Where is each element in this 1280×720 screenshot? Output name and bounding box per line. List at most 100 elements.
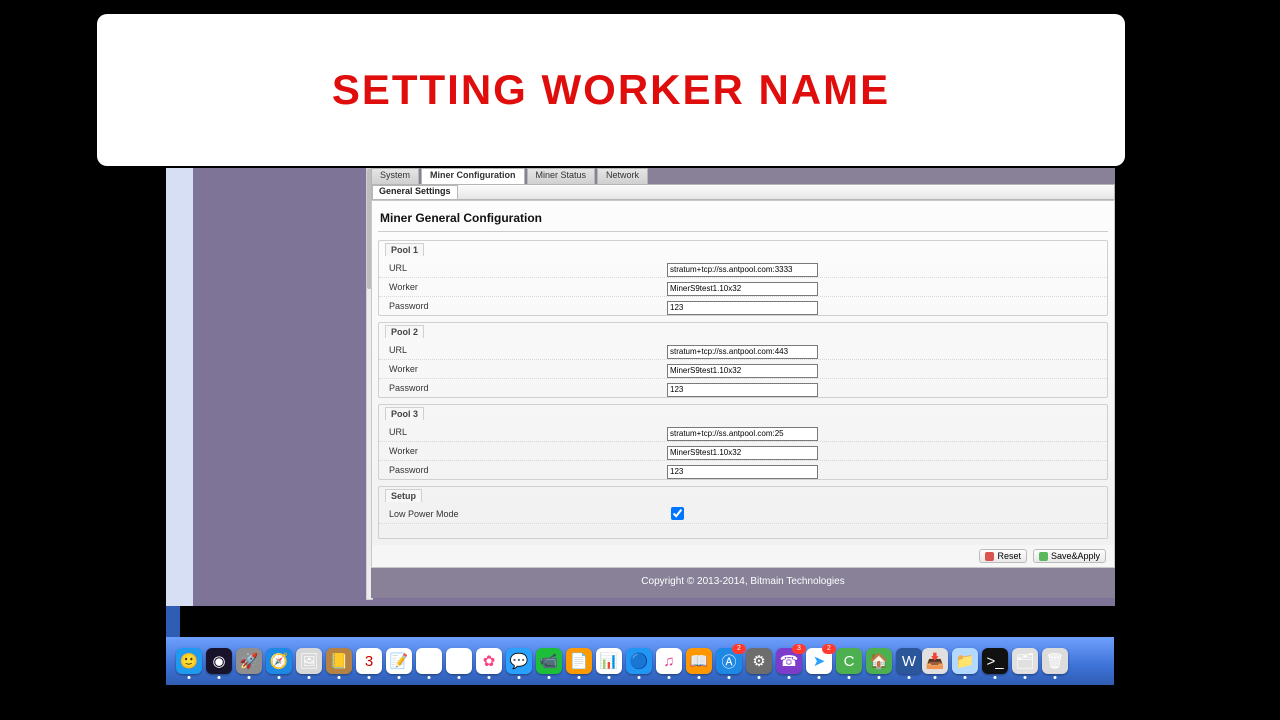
reset-button[interactable]: Reset [979, 549, 1027, 563]
reminders-icon[interactable]: ☑ [446, 648, 472, 674]
config-page: Miner General Configuration Pool 1 URL W… [371, 200, 1115, 568]
setup-fieldset: Setup Low Power Mode [378, 486, 1108, 539]
dock: 🙂◉🚀🧭🖼📒3📝🗺☑✿💬📹📄📊🔵♫📖Ⓐ2⚙☎3➤2C🏠W 📥📁>_🗂🗑 [166, 637, 1114, 685]
pool2-legend: Pool 2 [385, 325, 424, 338]
camtasia-icon[interactable]: C [836, 648, 862, 674]
pool3-worker-input[interactable] [667, 446, 818, 460]
running-dot [428, 676, 431, 679]
maps-icon[interactable]: 🗺 [416, 648, 442, 674]
running-dot [728, 676, 731, 679]
running-dot [788, 676, 791, 679]
numbers-icon[interactable]: 📊 [596, 648, 622, 674]
telegram-icon[interactable]: ➤2 [806, 648, 832, 674]
folder-icon[interactable]: 📁 [952, 648, 978, 674]
setup-legend: Setup [385, 489, 422, 502]
pool2-url-input[interactable] [667, 345, 818, 359]
running-dot [758, 676, 761, 679]
pool1-url-input[interactable] [667, 263, 818, 277]
running-dot [188, 676, 191, 679]
running-dot [548, 676, 551, 679]
pool2-password-input[interactable] [667, 383, 818, 397]
pool3-password-label: Password [379, 465, 667, 475]
pool2-worker-input[interactable] [667, 364, 818, 378]
sidebar-blank [166, 168, 193, 606]
appstore-icon[interactable]: Ⓐ2 [716, 648, 742, 674]
running-dot [934, 676, 937, 679]
facetime-icon[interactable]: 📹 [536, 648, 562, 674]
pool3-fieldset: Pool 3 URL Worker Password [378, 404, 1108, 480]
subtab-general-settings[interactable]: General Settings [372, 185, 458, 199]
footer-copyright: Copyright © 2013-2014, Bitmain Technolog… [371, 568, 1115, 595]
badge: 2 [822, 644, 836, 654]
tab-network[interactable]: Network [597, 168, 648, 184]
running-dot [338, 676, 341, 679]
viber-icon[interactable]: ☎3 [776, 648, 802, 674]
miner-config-window: System Miner Configuration Miner Status … [166, 168, 1115, 606]
calendar-icon[interactable]: 3 [356, 648, 382, 674]
running-dot [668, 676, 671, 679]
messages-icon[interactable]: 💬 [506, 648, 532, 674]
terminal-icon[interactable]: >_ [982, 648, 1008, 674]
badge: 3 [792, 644, 806, 654]
low-power-label: Low Power Mode [379, 509, 667, 519]
pool3-password-input[interactable] [667, 465, 818, 479]
pool1-password-label: Password [379, 301, 667, 311]
trash-icon[interactable]: 🗑 [1042, 648, 1068, 674]
pool1-password-input[interactable] [667, 301, 818, 315]
app-generic-icon[interactable]: 🏠 [866, 648, 892, 674]
downloads-icon[interactable]: 📥 [922, 648, 948, 674]
pool1-fieldset: Pool 1 URL Worker Password [378, 240, 1108, 316]
running-dot [488, 676, 491, 679]
finder-icon[interactable]: 🙂 [176, 648, 202, 674]
pages-icon[interactable]: 📄 [566, 648, 592, 674]
tab-miner-configuration[interactable]: Miner Configuration [421, 168, 525, 184]
itunes-icon[interactable]: ♫ [656, 648, 682, 674]
settings-icon[interactable]: ⚙ [746, 648, 772, 674]
badge: 2 [732, 644, 746, 654]
running-dot [1024, 676, 1027, 679]
pool1-worker-input[interactable] [667, 282, 818, 296]
tab-miner-status[interactable]: Miner Status [527, 168, 596, 184]
low-power-checkbox[interactable] [671, 507, 684, 520]
running-dot [218, 676, 221, 679]
keynote-icon[interactable]: 🔵 [626, 648, 652, 674]
launchpad-icon[interactable]: 🚀 [236, 648, 262, 674]
preview-icon[interactable]: 🖼 [296, 648, 322, 674]
pool2-password-label: Password [379, 383, 667, 393]
running-dot [698, 676, 701, 679]
notes-icon[interactable]: 📝 [386, 648, 412, 674]
running-dot [308, 676, 311, 679]
tab-system[interactable]: System [371, 168, 419, 184]
running-dot [994, 676, 997, 679]
pool3-url-input[interactable] [667, 427, 818, 441]
stack-icon[interactable]: 🗂 [1012, 648, 1038, 674]
running-dot [578, 676, 581, 679]
button-bar: Reset Save&Apply [372, 545, 1114, 567]
contacts-icon[interactable]: 📒 [326, 648, 352, 674]
running-dot [458, 676, 461, 679]
pool2-url-label: URL [379, 345, 667, 355]
reset-icon [985, 552, 994, 561]
siri-icon[interactable]: ◉ [206, 648, 232, 674]
running-dot [518, 676, 521, 679]
reset-button-label: Reset [997, 551, 1021, 561]
photos-icon[interactable]: ✿ [476, 648, 502, 674]
running-dot [878, 676, 881, 679]
running-dot [638, 676, 641, 679]
save-apply-button[interactable]: Save&Apply [1033, 549, 1106, 563]
word-icon[interactable]: W [896, 648, 922, 674]
running-dot [818, 676, 821, 679]
pool1-worker-label: Worker [379, 282, 667, 292]
title-card: SETTING WORKER NAME [97, 14, 1125, 166]
running-dot [1054, 676, 1057, 679]
main-tabs: System Miner Configuration Miner Status … [371, 168, 1115, 184]
title-text: SETTING WORKER NAME [332, 66, 890, 114]
safari-icon[interactable]: 🧭 [266, 648, 292, 674]
running-dot [608, 676, 611, 679]
running-dot [964, 676, 967, 679]
running-dot [368, 676, 371, 679]
pool3-url-label: URL [379, 427, 667, 437]
pool1-legend: Pool 1 [385, 243, 424, 256]
page-title: Miner General Configuration [372, 211, 1114, 231]
ibooks-icon[interactable]: 📖 [686, 648, 712, 674]
